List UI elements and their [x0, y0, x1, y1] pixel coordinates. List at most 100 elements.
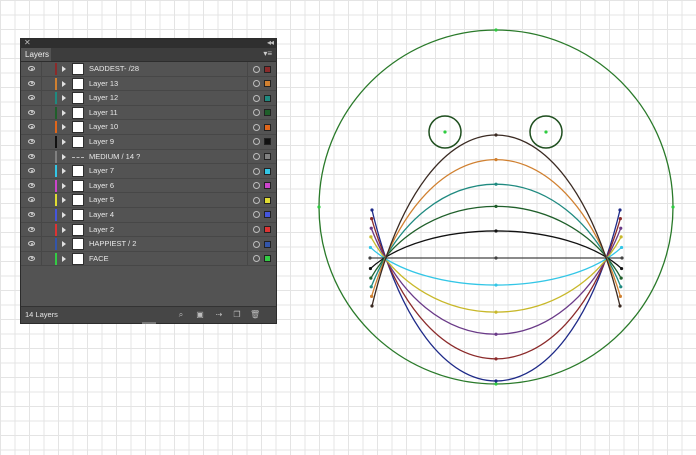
layer-name[interactable]: Layer 2: [89, 223, 114, 237]
target-circle-icon[interactable]: [253, 65, 260, 73]
lock-toggle[interactable]: [41, 120, 42, 134]
layer-name[interactable]: SADDEST- /28: [89, 62, 139, 76]
visibility-eye-icon[interactable]: [28, 138, 35, 144]
layer-row[interactable]: Layer 13: [21, 76, 276, 92]
panel-menu-icon[interactable]: ▾≡: [263, 49, 272, 58]
layer-row[interactable]: Layer 6: [21, 178, 276, 194]
layer-row[interactable]: Layer 7: [21, 164, 276, 179]
lock-toggle[interactable]: [41, 251, 42, 266]
expand-triangle-icon[interactable]: [62, 124, 66, 131]
layer-row[interactable]: Layer 12: [21, 91, 276, 106]
visibility-eye-icon[interactable]: [28, 109, 35, 115]
selection-square[interactable]: [264, 240, 271, 248]
lock-toggle[interactable]: [41, 62, 42, 76]
selection-square[interactable]: [264, 138, 271, 146]
selection-square[interactable]: [264, 80, 271, 88]
layer-name[interactable]: MEDIUM / 14 ?: [89, 150, 140, 164]
layer-row[interactable]: SADDEST- /28: [21, 62, 276, 77]
target-circle-icon[interactable]: [253, 196, 260, 204]
layer-row[interactable]: Layer 9: [21, 134, 276, 150]
visibility-eye-icon[interactable]: [28, 255, 35, 261]
layer-name[interactable]: HAPPIEST / 2: [89, 237, 136, 251]
selection-square[interactable]: [264, 211, 271, 219]
visibility-eye-icon[interactable]: [28, 182, 35, 188]
expand-triangle-icon[interactable]: [62, 138, 66, 145]
visibility-eye-icon[interactable]: [28, 95, 35, 101]
lock-toggle[interactable]: [41, 105, 42, 120]
layer-name[interactable]: Layer 13: [89, 77, 118, 91]
visibility-eye-icon[interactable]: [28, 66, 35, 71]
expand-triangle-icon[interactable]: [62, 66, 66, 72]
tab-layers[interactable]: Layers: [21, 48, 51, 61]
lock-toggle[interactable]: [41, 76, 42, 91]
layer-name[interactable]: FACE: [89, 252, 109, 266]
lock-toggle[interactable]: [41, 222, 42, 237]
lock-toggle[interactable]: [41, 91, 42, 105]
expand-triangle-icon[interactable]: [62, 168, 66, 175]
selection-square[interactable]: [264, 226, 271, 234]
lock-toggle[interactable]: [41, 237, 42, 251]
lock-toggle[interactable]: [41, 164, 42, 178]
layer-name[interactable]: Layer 5: [89, 193, 114, 207]
search-icon[interactable]: ⌕: [176, 310, 186, 319]
make-clip-mask-icon[interactable]: ▣: [195, 310, 205, 319]
target-circle-icon[interactable]: [253, 182, 260, 190]
expand-triangle-icon[interactable]: [62, 197, 66, 204]
visibility-eye-icon[interactable]: [28, 80, 35, 86]
target-circle-icon[interactable]: [253, 226, 260, 234]
visibility-eye-icon[interactable]: [28, 153, 35, 159]
delete-icon[interactable]: 🗑: [250, 310, 260, 319]
visibility-eye-icon[interactable]: [28, 197, 35, 203]
layer-name[interactable]: Layer 6: [89, 179, 114, 193]
layer-row[interactable]: HAPPIEST / 2: [21, 237, 276, 252]
layer-row[interactable]: Layer 5: [21, 193, 276, 208]
lock-toggle[interactable]: [41, 178, 42, 193]
layer-row[interactable]: Layer 11: [21, 105, 276, 121]
layer-name[interactable]: Layer 12: [89, 91, 118, 105]
resize-grip[interactable]: [142, 322, 156, 324]
selection-square[interactable]: [264, 94, 271, 102]
layer-name[interactable]: Layer 7: [89, 164, 114, 178]
selection-square[interactable]: [264, 255, 271, 263]
selection-square[interactable]: [264, 153, 271, 161]
expand-triangle-icon[interactable]: [62, 182, 66, 189]
new-sublayer-icon[interactable]: ⇢: [214, 310, 224, 319]
lock-toggle[interactable]: [41, 149, 42, 164]
selection-square[interactable]: [264, 167, 271, 175]
visibility-eye-icon[interactable]: [28, 226, 35, 232]
target-circle-icon[interactable]: [253, 167, 260, 175]
selection-square[interactable]: [264, 123, 271, 131]
visibility-eye-icon[interactable]: [28, 211, 35, 217]
layer-row[interactable]: Layer 10: [21, 120, 276, 135]
expand-triangle-icon[interactable]: [62, 255, 66, 262]
selection-square[interactable]: [264, 65, 271, 73]
visibility-eye-icon[interactable]: [28, 241, 35, 247]
visibility-eye-icon[interactable]: [28, 124, 35, 130]
visibility-eye-icon[interactable]: [28, 168, 35, 174]
expand-triangle-icon[interactable]: [62, 80, 66, 87]
target-circle-icon[interactable]: [253, 240, 260, 248]
lock-toggle[interactable]: [41, 134, 42, 149]
layer-row[interactable]: Layer 4: [21, 207, 276, 223]
collapse-icon[interactable]: ◂◂: [267, 38, 274, 47]
layer-row[interactable]: FACE: [21, 251, 276, 267]
expand-triangle-icon[interactable]: [62, 211, 66, 218]
panel-title-bar[interactable]: ✕ ◂◂: [21, 38, 276, 48]
target-circle-icon[interactable]: [253, 211, 260, 219]
selection-square[interactable]: [264, 182, 271, 190]
layer-name[interactable]: Layer 9: [89, 135, 114, 149]
target-circle-icon[interactable]: [253, 80, 260, 88]
expand-triangle-icon[interactable]: [62, 153, 66, 160]
layer-name[interactable]: Layer 10: [89, 120, 118, 134]
lock-toggle[interactable]: [41, 193, 42, 207]
expand-triangle-icon[interactable]: [62, 95, 66, 102]
target-circle-icon[interactable]: [253, 153, 260, 161]
new-layer-icon[interactable]: ❐: [232, 310, 242, 319]
expand-triangle-icon[interactable]: [62, 226, 66, 233]
layer-row[interactable]: Layer 2: [21, 222, 276, 238]
expand-triangle-icon[interactable]: [62, 241, 66, 248]
selection-square[interactable]: [264, 196, 271, 204]
layer-row[interactable]: MEDIUM / 14 ?: [21, 149, 276, 165]
target-circle-icon[interactable]: [253, 109, 260, 117]
lock-toggle[interactable]: [41, 207, 42, 222]
